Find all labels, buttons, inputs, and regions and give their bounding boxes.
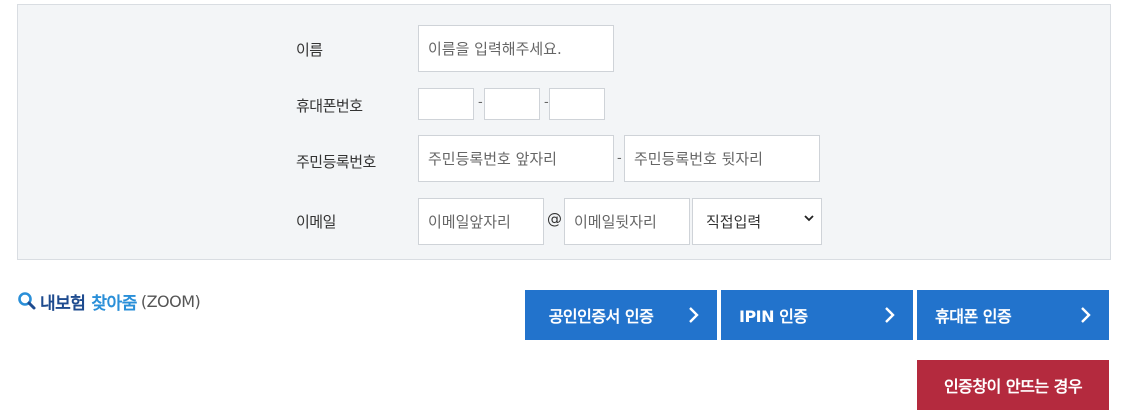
chevron-right-icon — [689, 307, 699, 323]
logo-word-3: (ZOOM) — [140, 291, 201, 311]
name-label: 이름 — [296, 41, 323, 59]
email-domain-select-value: 직접입력 — [706, 213, 762, 231]
phone-part3-input[interactable] — [549, 88, 605, 120]
identity-form-panel: 이름 휴대폰번호 - - 주민등록번호 - 이메일 @ 직접입력 — [17, 4, 1111, 260]
rrn-front-input[interactable] — [418, 135, 614, 182]
zoom-logo: 내보험 찾아줌 (ZOOM) — [17, 288, 201, 314]
cert-auth-label: 공인인증서 인증 — [548, 307, 654, 326]
phone-auth-label: 휴대폰 인증 — [935, 307, 1012, 326]
popup-help-label: 인증창이 안뜨는 경우 — [943, 377, 1083, 396]
rrn-label: 주민등록번호 — [296, 153, 376, 171]
popup-help-button[interactable]: 인증창이 안뜨는 경우 — [917, 360, 1109, 410]
phone-separator-1: - — [478, 95, 483, 110]
phone-auth-button[interactable]: 휴대폰 인증 — [917, 290, 1109, 340]
email-local-input[interactable] — [418, 198, 544, 245]
phone-part1-input[interactable] — [418, 88, 474, 120]
ipin-auth-button[interactable]: IPIN 인증 — [721, 290, 913, 340]
name-input[interactable] — [418, 25, 614, 72]
rrn-separator: - — [617, 151, 622, 166]
phone-part2-input[interactable] — [484, 88, 540, 120]
rrn-back-input[interactable] — [624, 135, 820, 182]
email-at-sign: @ — [547, 210, 562, 228]
chevron-down-icon — [804, 215, 814, 222]
logo-word-2: 찾아줌 — [91, 293, 137, 314]
phone-separator-2: - — [544, 95, 549, 110]
magnifier-icon — [18, 292, 36, 310]
email-domain-select[interactable]: 직접입력 — [692, 198, 822, 245]
email-domain-input[interactable] — [564, 198, 690, 245]
chevron-right-icon — [885, 307, 895, 323]
phone-label: 휴대폰번호 — [296, 97, 363, 115]
ipin-auth-label: IPIN 인증 — [739, 307, 808, 326]
cert-auth-button[interactable]: 공인인증서 인증 — [525, 290, 717, 340]
logo-word-1: 내보험 — [40, 293, 86, 314]
email-label: 이메일 — [296, 213, 336, 231]
chevron-right-icon — [1081, 307, 1091, 323]
